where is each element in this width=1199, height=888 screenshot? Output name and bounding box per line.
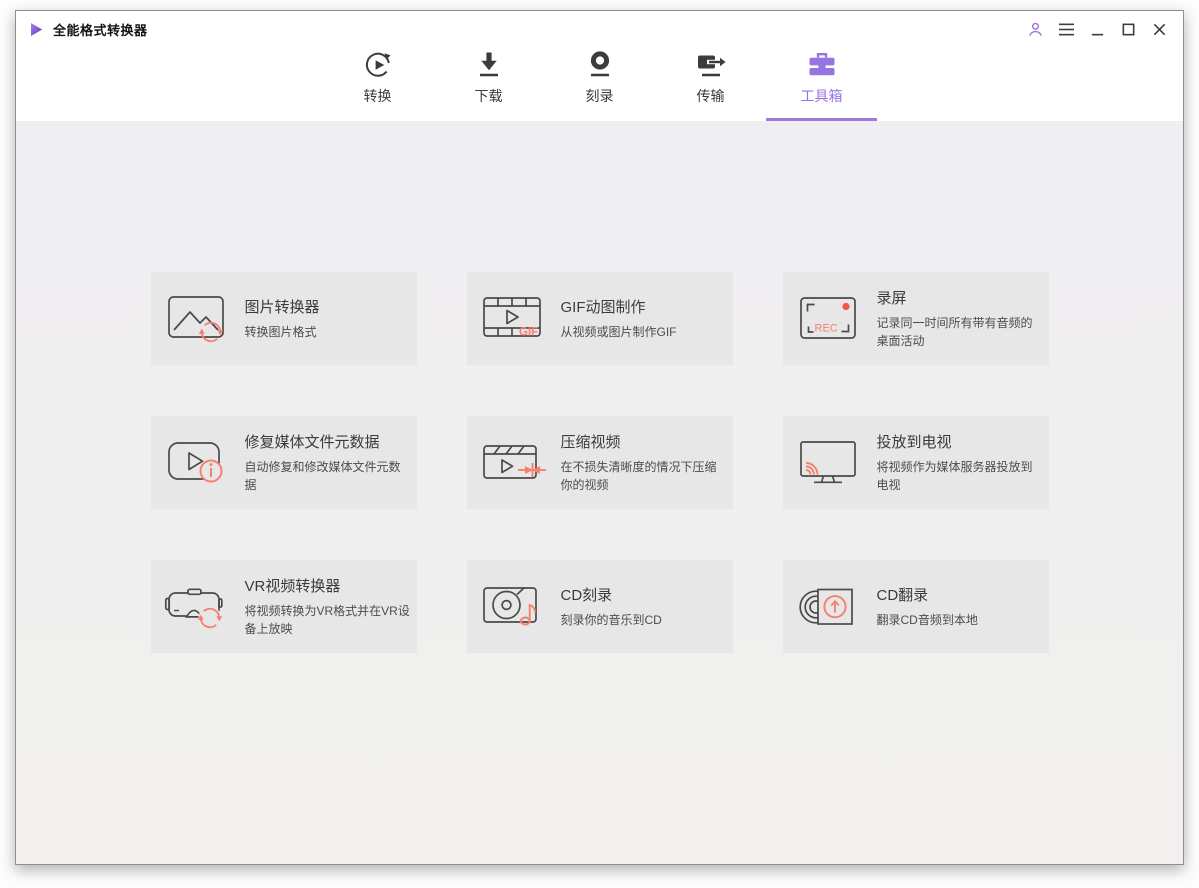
compress-video-icon bbox=[480, 434, 552, 492]
app-logo-icon bbox=[28, 21, 45, 38]
tab-toolbox[interactable]: 工具箱 bbox=[766, 47, 877, 121]
vr-converter-icon bbox=[164, 578, 236, 636]
tab-download[interactable]: 下载 bbox=[433, 47, 544, 121]
svg-text:REC: REC bbox=[814, 322, 837, 334]
tab-transfer[interactable]: 传输 bbox=[655, 47, 766, 121]
tab-convert[interactable]: 转换 bbox=[322, 47, 433, 121]
titlebar: 全能格式转换器 bbox=[16, 11, 1183, 47]
tool-card-video-compressor[interactable]: 压缩视频 在不损失清晰度的情况下压缩你的视频 bbox=[466, 416, 733, 509]
cd-rip-icon bbox=[796, 578, 868, 636]
tool-card-cast-to-tv[interactable]: 投放到电视 将视频作为媒体服务器投放到电视 bbox=[782, 416, 1049, 509]
app-title: 全能格式转换器 bbox=[53, 22, 148, 38]
tool-card-description: 将视频转换为VR格式并在VR设备上放映 bbox=[244, 604, 410, 636]
tool-card-description: 自动修复和修改媒体文件元数据 bbox=[244, 460, 401, 492]
tool-card-screen-recorder[interactable]: REC 录屏 记录同一时间所有带有音频的桌面活动 bbox=[782, 272, 1049, 365]
tool-card-grid: 图片转换器 转换图片格式 GIF GIF动图制作 从视频或图片制作GIF REC… bbox=[16, 121, 1183, 653]
svg-text:GIF: GIF bbox=[519, 326, 538, 338]
minimize-icon[interactable] bbox=[1087, 19, 1107, 39]
main-nav: 转换 下载 刻录 传输 工具箱 bbox=[16, 47, 1183, 121]
tab-burn[interactable]: 刻录 bbox=[544, 47, 655, 121]
tool-card-title: 压缩视频 bbox=[560, 434, 621, 452]
tool-card-description: 将视频作为媒体服务器投放到电视 bbox=[876, 460, 1033, 492]
tool-card-image-converter[interactable]: 图片转换器 转换图片格式 bbox=[150, 272, 417, 365]
account-icon[interactable] bbox=[1025, 19, 1045, 39]
tool-card-title: VR视频转换器 bbox=[244, 578, 341, 596]
convert-icon bbox=[362, 49, 394, 81]
tool-card-fix-metadata[interactable]: 修复媒体文件元数据 自动修复和修改媒体文件元数据 bbox=[150, 416, 417, 509]
tool-card-title: 修复媒体文件元数据 bbox=[244, 434, 380, 452]
image-converter-icon bbox=[164, 290, 236, 348]
download-icon bbox=[473, 49, 505, 81]
fix-metadata-icon bbox=[164, 434, 236, 492]
toolbox-icon bbox=[806, 49, 838, 81]
tool-card-cd-ripper[interactable]: CD翻录 翻录CD音频到本地 bbox=[782, 560, 1049, 653]
app-window: 全能格式转换器 转换 下载 刻录 传输 工具箱 图片转换器 转换图片格式 GIF… bbox=[15, 10, 1184, 865]
tool-card-description: 翻录CD音频到本地 bbox=[876, 612, 978, 627]
close-icon[interactable] bbox=[1149, 19, 1169, 39]
tool-card-description: 在不损失清晰度的情况下压缩你的视频 bbox=[560, 460, 717, 492]
tool-card-title: 图片转换器 bbox=[244, 298, 320, 316]
tool-card-description: 刻录你的音乐到CD bbox=[560, 612, 662, 627]
tool-card-cd-burner[interactable]: CD刻录 刻录你的音乐到CD bbox=[466, 560, 733, 653]
tool-card-title: GIF动图制作 bbox=[560, 298, 646, 316]
window-controls bbox=[1025, 19, 1169, 39]
cd-burn-icon bbox=[480, 578, 552, 636]
toolbox-content: 图片转换器 转换图片格式 GIF GIF动图制作 从视频或图片制作GIF REC… bbox=[16, 121, 1183, 864]
tool-card-description: 从视频或图片制作GIF bbox=[560, 324, 677, 339]
screen-recorder-icon: REC bbox=[796, 290, 868, 348]
tool-card-title: CD翻录 bbox=[876, 586, 929, 604]
tool-card-title: 投放到电视 bbox=[876, 434, 952, 452]
transfer-icon bbox=[695, 49, 727, 81]
maximize-icon[interactable] bbox=[1118, 19, 1138, 39]
tool-card-gif-maker[interactable]: GIF GIF动图制作 从视频或图片制作GIF bbox=[466, 272, 733, 365]
menu-icon[interactable] bbox=[1056, 19, 1076, 39]
burn-icon bbox=[584, 49, 616, 81]
tool-card-vr-converter[interactable]: VR视频转换器 将视频转换为VR格式并在VR设备上放映 bbox=[150, 560, 417, 653]
cast-to-tv-icon bbox=[796, 434, 868, 492]
tool-card-title: CD刻录 bbox=[560, 586, 613, 604]
tool-card-description: 转换图片格式 bbox=[244, 324, 317, 339]
gif-maker-icon: GIF bbox=[480, 290, 552, 348]
tool-card-description: 记录同一时间所有带有音频的桌面活动 bbox=[876, 316, 1033, 348]
tool-card-title: 录屏 bbox=[876, 290, 907, 308]
